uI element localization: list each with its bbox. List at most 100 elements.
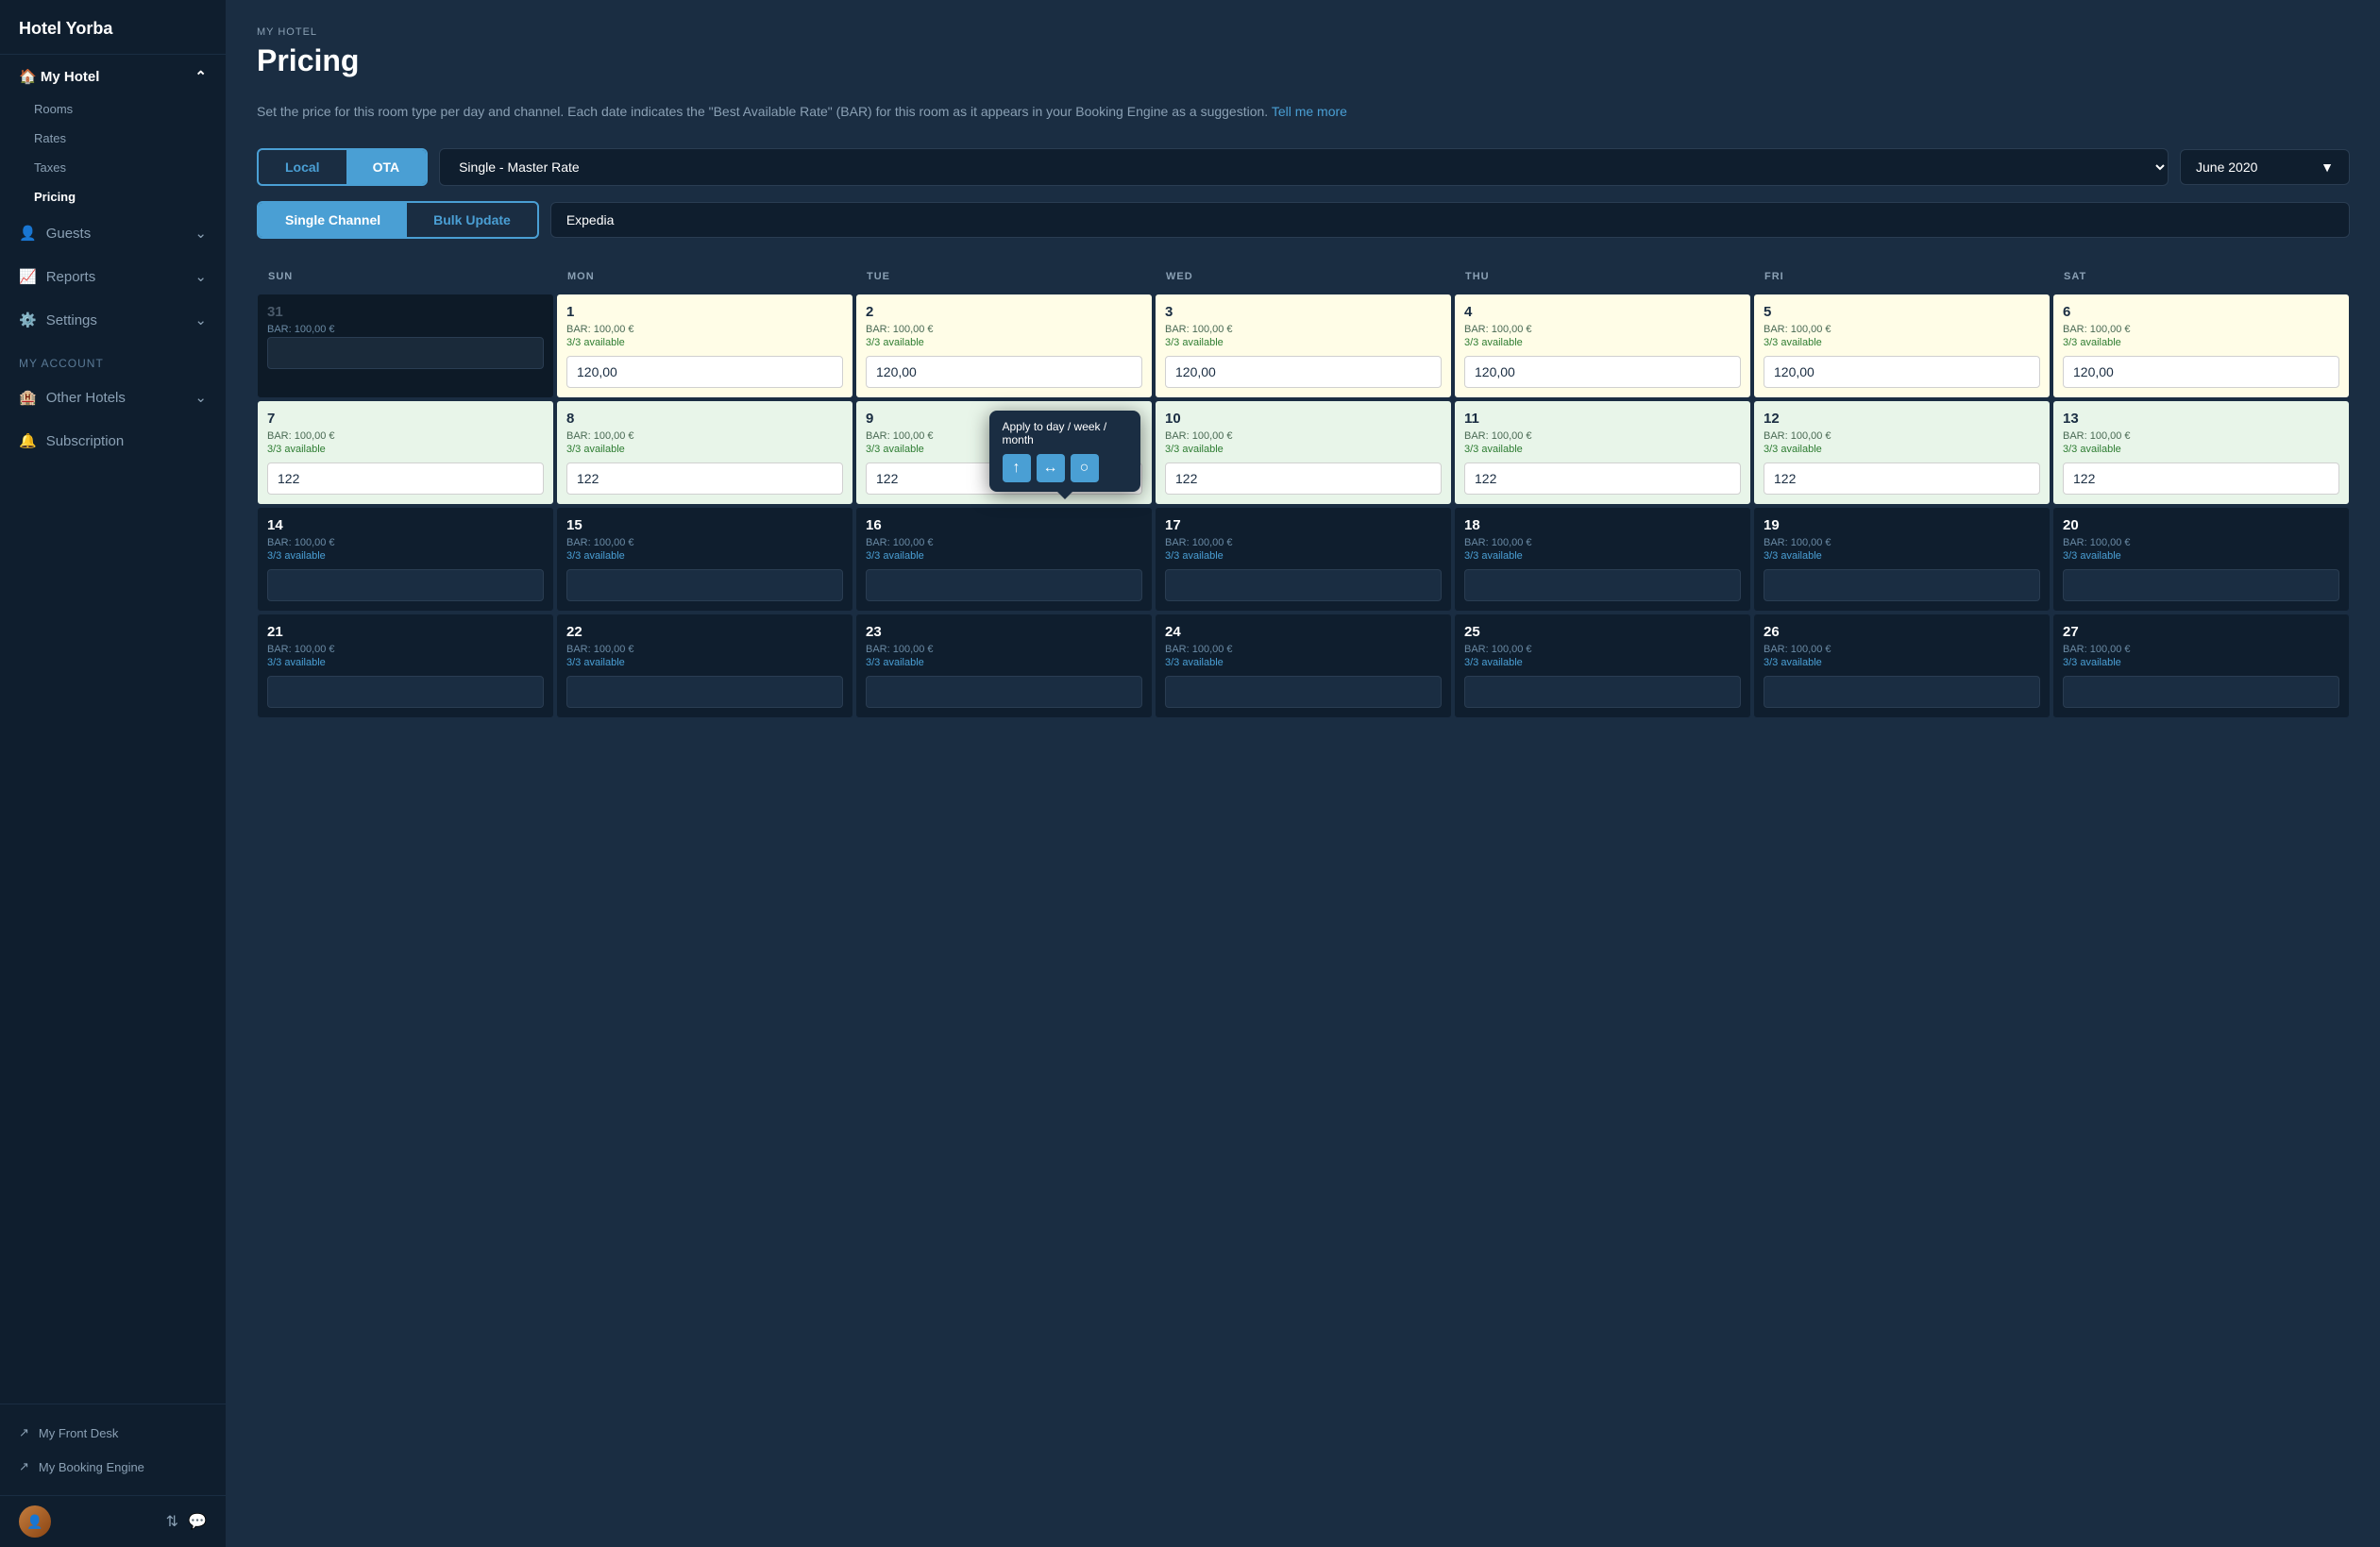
other-hotels-label: Other Hotels: [46, 390, 126, 406]
price-input-3[interactable]: [1165, 356, 1442, 388]
front-desk-label: My Front Desk: [39, 1426, 119, 1440]
price-input-19[interactable]: [1764, 569, 2040, 601]
reports-icon: 📈: [19, 268, 37, 285]
cal-day-4: 4 BAR: 100,00 € 3/3 available: [1454, 294, 1751, 398]
home-icon: 🏠: [19, 69, 37, 85]
cal-day-21: 21 BAR: 100,00 € 3/3 available: [257, 614, 554, 718]
my-hotel-label: My Hotel: [41, 69, 100, 85]
sidebar-item-taxes[interactable]: Taxes: [0, 153, 226, 182]
controls-row-2: Single Channel Bulk Update Expedia: [257, 201, 2350, 239]
booking-engine-label: My Booking Engine: [39, 1460, 144, 1474]
apply-month-button[interactable]: ○: [1071, 454, 1099, 482]
cal-day-1: 1 BAR: 100,00 € 3/3 available: [556, 294, 853, 398]
price-input-22[interactable]: [566, 676, 843, 708]
ota-tab[interactable]: OTA: [346, 150, 427, 184]
cal-day-16: 16 BAR: 100,00 € 3/3 available: [855, 507, 1153, 612]
bulk-update-tab[interactable]: Bulk Update: [407, 203, 537, 237]
price-input-17[interactable]: [1165, 569, 1442, 601]
cal-day-25: 25 BAR: 100,00 € 3/3 available: [1454, 614, 1751, 718]
sidebar-item-reports[interactable]: 📈 Reports ⌄: [0, 255, 226, 298]
sidebar-item-pricing[interactable]: Pricing: [0, 182, 226, 211]
cal-day-13: 13 BAR: 100,00 € 3/3 available: [2052, 400, 2350, 505]
channel-tabs: Single Channel Bulk Update: [257, 201, 539, 239]
cal-day-24: 24 BAR: 100,00 € 3/3 available: [1155, 614, 1452, 718]
price-input-21[interactable]: [267, 676, 544, 708]
cal-day-31: 31 BAR: 100,00 €: [257, 294, 554, 398]
price-input-2[interactable]: [866, 356, 1142, 388]
price-input-27[interactable]: [2063, 676, 2339, 708]
price-input-1[interactable]: [566, 356, 843, 388]
cal-day-7: 7 BAR: 100,00 € 3/3 available: [257, 400, 554, 505]
price-input-16[interactable]: [866, 569, 1142, 601]
sidebar-item-other-hotels[interactable]: 🏨 Other Hotels ⌄: [0, 376, 226, 419]
cal-day-18: 18 BAR: 100,00 € 3/3 available: [1454, 507, 1751, 612]
sidebar-item-subscription[interactable]: 🔔 Subscription: [0, 419, 226, 462]
price-input-12[interactable]: [1764, 462, 2040, 495]
month-select[interactable]: June 2020 ▼: [2180, 149, 2350, 185]
day-header-sat: SAT: [2052, 261, 2350, 292]
price-input-6[interactable]: [2063, 356, 2339, 388]
price-input-8[interactable]: [566, 462, 843, 495]
front-desk-link[interactable]: ↗ My Front Desk: [0, 1416, 226, 1450]
cal-day-20: 20 BAR: 100,00 € 3/3 available: [2052, 507, 2350, 612]
local-ota-tabs: Local OTA: [257, 148, 428, 186]
sidebar-item-rooms[interactable]: Rooms: [0, 94, 226, 124]
chevron-down-icon: ⌄: [194, 225, 207, 242]
cal-day-3: 3 BAR: 100,00 € 3/3 available: [1155, 294, 1452, 398]
subscription-icon: 🔔: [19, 432, 37, 449]
single-channel-tab[interactable]: Single Channel: [259, 203, 407, 237]
sidebar-item-guests[interactable]: 👤 Guests ⌄: [0, 211, 226, 255]
cal-day-14: 14 BAR: 100,00 € 3/3 available: [257, 507, 554, 612]
price-input-25[interactable]: [1464, 676, 1741, 708]
day-header-wed: WED: [1155, 261, 1452, 292]
price-input-7[interactable]: [267, 462, 544, 495]
chevron-down-icon-2: ⌄: [194, 268, 207, 285]
price-input-10[interactable]: [1165, 462, 1442, 495]
day-header-fri: FRI: [1753, 261, 2051, 292]
breadcrumb: MY HOTEL: [257, 26, 2350, 38]
price-input-24[interactable]: [1165, 676, 1442, 708]
cal-day-22: 22 BAR: 100,00 € 3/3 available: [556, 614, 853, 718]
user-profile[interactable]: 👤 ⇅ 💬: [0, 1495, 226, 1547]
cal-day-6: 6 BAR: 100,00 € 3/3 available: [2052, 294, 2350, 398]
my-hotel-subitems: Rooms Rates Taxes Pricing: [0, 94, 226, 211]
sidebar-logo: Hotel Yorba: [0, 0, 226, 55]
tell-more-link[interactable]: Tell me more: [1272, 104, 1347, 119]
price-input-5[interactable]: [1764, 356, 2040, 388]
day-header-mon: MON: [556, 261, 853, 292]
avatar: 👤: [19, 1505, 51, 1538]
cal-day-23: 23 BAR: 100,00 € 3/3 available: [855, 614, 1153, 718]
cal-day-5: 5 BAR: 100,00 € 3/3 available: [1753, 294, 2051, 398]
price-input-18[interactable]: [1464, 569, 1741, 601]
cal-day-19: 19 BAR: 100,00 € 3/3 available: [1753, 507, 2051, 612]
price-input-31[interactable]: [267, 337, 544, 369]
chevron-down-icon-4: ⌄: [194, 389, 207, 406]
price-input-20[interactable]: [2063, 569, 2339, 601]
price-input-23[interactable]: [866, 676, 1142, 708]
price-input-13[interactable]: [2063, 462, 2339, 495]
controls-row-1: Local OTA Single - Master Rate June 2020…: [257, 148, 2350, 186]
tooltip-buttons: ↑ ↔ ○: [1003, 454, 1127, 482]
sidebar-item-settings[interactable]: ⚙️ Settings ⌄: [0, 298, 226, 342]
sidebar-item-rates[interactable]: Rates: [0, 124, 226, 153]
local-tab[interactable]: Local: [259, 150, 346, 184]
cal-day-8: 8 BAR: 100,00 € 3/3 available: [556, 400, 853, 505]
sidebar-section-my-hotel[interactable]: 🏠 My Hotel ⌃: [0, 55, 226, 94]
price-input-4[interactable]: [1464, 356, 1741, 388]
price-input-15[interactable]: [566, 569, 843, 601]
settings-label: Settings: [46, 312, 97, 328]
price-input-26[interactable]: [1764, 676, 2040, 708]
guests-label: Guests: [46, 226, 92, 242]
apply-week-button[interactable]: ↔: [1037, 454, 1065, 482]
price-input-11[interactable]: [1464, 462, 1741, 495]
cal-day-12: 12 BAR: 100,00 € 3/3 available: [1753, 400, 2051, 505]
subscription-label: Subscription: [46, 433, 125, 449]
cal-day-27: 27 BAR: 100,00 € 3/3 available: [2052, 614, 2350, 718]
external-link-icon: ↗: [19, 1425, 29, 1440]
price-input-14[interactable]: [267, 569, 544, 601]
apply-day-button[interactable]: ↑: [1003, 454, 1031, 482]
tooltip-title: Apply to day / week / month: [1003, 420, 1127, 446]
booking-engine-link[interactable]: ↗ My Booking Engine: [0, 1450, 226, 1484]
chevron-up-icon: ⌃: [194, 68, 207, 85]
rate-select[interactable]: Single - Master Rate: [439, 148, 2169, 186]
